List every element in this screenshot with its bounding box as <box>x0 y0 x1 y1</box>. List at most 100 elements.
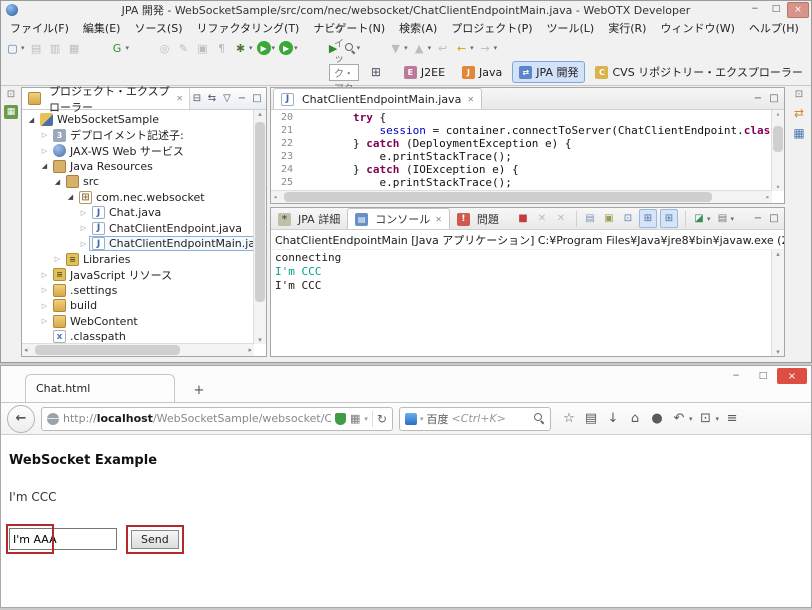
close-icon[interactable]: ✕ <box>467 95 474 104</box>
url-text[interactable]: http://localhost/WebSocketSample/websock… <box>63 412 331 425</box>
tree-arrow-icon[interactable]: ▷ <box>39 302 50 310</box>
restore-view-icon[interactable]: ⊡ <box>795 89 803 100</box>
scroll-left-icon[interactable]: ◂ <box>273 191 277 203</box>
scrollbar-thumb[interactable] <box>773 126 783 152</box>
qr-code-icon[interactable]: ▦ <box>350 412 360 425</box>
chevron-down-icon[interactable]: ▾ <box>494 44 498 52</box>
chevron-down-icon[interactable]: ▾ <box>689 415 693 423</box>
restore-view-icon[interactable]: ⊡ <box>7 89 15 100</box>
menu-item[interactable]: ツール(L) <box>540 20 602 36</box>
menu-item[interactable]: プロジェクト(P) <box>444 20 539 36</box>
maximize-view-icon[interactable]: □ <box>767 93 781 104</box>
chevron-down-icon[interactable]: ▾ <box>294 44 298 52</box>
open-perspective-icon[interactable]: ⊞ <box>371 65 381 79</box>
tree-arrow-icon[interactable]: ◢ <box>52 178 63 186</box>
clip-tool-icon[interactable]: ⊡▾ <box>696 409 721 429</box>
minimize-button[interactable]: − <box>723 368 749 384</box>
console-view-tab[interactable]: 問題 <box>450 209 506 229</box>
minimize-button[interactable]: − <box>745 2 765 16</box>
browser-tab[interactable]: Chat.html <box>25 374 175 402</box>
scroll-up-icon[interactable]: ▴ <box>772 110 784 118</box>
scroll-lock-icon[interactable]: ▣ <box>601 209 617 229</box>
explorer-tab[interactable]: プロジェクト・エクスプローラー ✕ <box>22 88 190 109</box>
tree-arrow-icon[interactable]: ▷ <box>39 147 50 155</box>
vertical-scrollbar[interactable]: ▴ ▾ <box>253 110 266 344</box>
scroll-right-icon[interactable]: ▸ <box>248 344 252 356</box>
tree-arrow-icon[interactable]: ▷ <box>78 224 89 232</box>
scrollbar-thumb[interactable] <box>255 122 265 302</box>
reload-icon[interactable]: ↻ <box>377 412 387 426</box>
bookmarks-menu-icon[interactable]: ▤ <box>581 409 601 429</box>
menu-item[interactable]: 編集(E) <box>76 20 128 36</box>
scroll-down-icon[interactable]: ▾ <box>772 183 784 191</box>
scroll-left-icon[interactable]: ◂ <box>24 344 28 356</box>
chevron-down-icon[interactable]: ▾ <box>404 44 408 52</box>
tree-item[interactable]: ◢Java Resources <box>22 159 266 175</box>
search-dropdown-icon[interactable]: ▾ <box>420 415 424 423</box>
search-icon[interactable] <box>534 413 545 424</box>
console-view-tab[interactable]: JPA 詳細 <box>271 209 347 229</box>
horizontal-scrollbar[interactable]: ◂ ▸ <box>22 343 254 356</box>
url-bar[interactable]: http://localhost/WebSocketSample/websock… <box>41 407 393 431</box>
tree-item[interactable]: ◢WebSocketSample <box>22 112 266 128</box>
chevron-down-icon[interactable]: ▾ <box>249 44 253 52</box>
search-engine-icon[interactable] <box>405 413 417 425</box>
debug-icon[interactable]: ✱▾ <box>232 38 254 58</box>
menu-icon[interactable]: ≡ <box>722 409 742 429</box>
tree-item[interactable]: ▷JAX-WS Web サービス <box>22 143 266 159</box>
tree-arrow-icon[interactable]: ▷ <box>78 209 89 217</box>
menu-item[interactable]: ウィンドウ(W) <box>653 20 741 36</box>
search-bar[interactable]: ▾ 百度 <Ctrl+K> <box>399 407 551 431</box>
terminate-icon[interactable]: ■ <box>515 209 531 229</box>
menu-item[interactable]: 実行(R) <box>601 20 653 36</box>
tree-item[interactable]: ◢src <box>22 174 266 190</box>
tree-arrow-icon[interactable]: ▷ <box>39 317 50 325</box>
menu-item[interactable]: 検索(A) <box>392 20 444 36</box>
chevron-down-icon[interactable]: ▾ <box>272 44 276 52</box>
sync-view-icon[interactable]: ⇄ <box>794 106 804 120</box>
chevron-down-icon[interactable]: ▾ <box>428 44 432 52</box>
tree-item[interactable]: ▷build <box>22 298 266 314</box>
chat-bubble-icon[interactable]: ● <box>647 409 667 429</box>
maximize-view-icon[interactable]: □ <box>767 213 781 224</box>
view-menu-icon[interactable]: ▽ <box>220 93 234 104</box>
run-icon[interactable]: ▶▾ <box>256 38 277 58</box>
maximize-button[interactable]: □ <box>766 2 786 16</box>
perspective-button[interactable]: CVS リポジトリー・エクスプローラー <box>588 61 809 83</box>
clear-console-icon[interactable]: ▤ <box>582 209 598 229</box>
home-icon[interactable]: ⌂ <box>625 409 645 429</box>
close-icon[interactable]: ✕ <box>176 94 183 103</box>
tree-item[interactable]: ▷Chat.java <box>22 205 266 221</box>
send-button[interactable]: Send <box>131 530 179 549</box>
link-with-editor-icon[interactable]: ⇆ <box>205 93 219 104</box>
tree-item[interactable]: ▷Libraries <box>22 252 266 268</box>
scrollbar-thumb[interactable] <box>35 345 180 355</box>
show-stderr-icon[interactable]: ⊞ <box>660 209 678 228</box>
undo-closed-tab-icon[interactable]: ↶▾ <box>669 409 694 429</box>
back-icon[interactable]: ←▾ <box>453 38 475 58</box>
minimize-view-icon[interactable]: − <box>751 213 765 224</box>
open-console-icon[interactable]: ◪▾ <box>691 209 712 229</box>
chevron-down-icon[interactable]: ▾ <box>357 44 361 52</box>
menu-item[interactable]: ソース(S) <box>127 20 189 36</box>
vertical-scrollbar[interactable]: ▴ ▾ <box>771 250 784 356</box>
back-button[interactable]: ← <box>7 405 35 433</box>
tree-item[interactable]: ▷JavaScript リソース <box>22 267 266 283</box>
tree-arrow-icon[interactable]: ◢ <box>39 162 50 170</box>
tree-arrow-icon[interactable]: ▷ <box>39 271 50 279</box>
perspective-button[interactable]: Java <box>455 63 509 82</box>
tree-arrow-icon[interactable]: ◢ <box>26 116 37 124</box>
tree-arrow-icon[interactable]: ◢ <box>65 193 76 201</box>
explorer-fastview-icon[interactable]: ▦ <box>4 105 18 119</box>
new-tab-button[interactable]: + <box>187 383 211 398</box>
chevron-down-icon[interactable]: ▾ <box>21 44 25 52</box>
console-output[interactable]: connectingI'm CCCI'm CCC <box>271 250 784 293</box>
maximize-button[interactable]: □ <box>750 368 776 384</box>
close-button[interactable]: × <box>787 2 809 18</box>
code-editor[interactable]: 20 try {21 session = container.connectTo… <box>271 110 784 203</box>
tree-arrow-icon[interactable]: ▷ <box>39 131 50 139</box>
menu-item[interactable]: リファクタリング(T) <box>189 20 306 36</box>
run-history-icon[interactable]: ▶▾ <box>278 38 299 58</box>
webotx-tool-icon[interactable]: G▾ <box>109 38 131 58</box>
scroll-down-icon[interactable]: ▾ <box>254 336 266 344</box>
